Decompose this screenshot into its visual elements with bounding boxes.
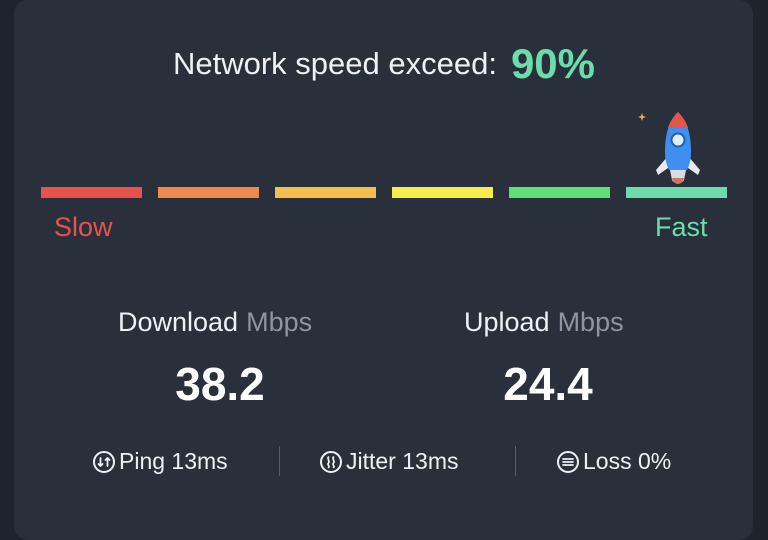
upload-title: Upload xyxy=(464,307,550,337)
upload-label: Upload Mbps xyxy=(464,307,624,338)
ping-text: Ping 13ms xyxy=(119,448,228,474)
download-unit: Mbps xyxy=(246,307,313,337)
speed-percentile-value: 90% xyxy=(510,40,596,87)
jitter-text: Jitter 13ms xyxy=(346,448,459,474)
jitter-metric: Jitter 13ms xyxy=(319,448,458,475)
network-speed-headline: Network speed exceed: 90% xyxy=(0,40,768,88)
ping-metric: Ping 13ms xyxy=(92,448,228,475)
download-value: 38.2 xyxy=(175,358,265,410)
sparkle-icon xyxy=(638,113,646,121)
speed-segment-2 xyxy=(158,187,259,198)
headline-label: Network speed exceed: xyxy=(172,46,497,81)
speed-segment-3 xyxy=(275,187,376,198)
ping-icon xyxy=(93,450,115,473)
slow-label: Slow xyxy=(54,212,113,242)
fast-label: Fast xyxy=(655,212,708,242)
speed-segment-1 xyxy=(41,187,142,198)
download-label: Download Mbps xyxy=(118,307,312,338)
metric-divider-2 xyxy=(515,446,516,476)
loss-metric: Loss 0% xyxy=(556,448,671,475)
download-title: Download xyxy=(118,307,239,337)
loss-text: Loss 0% xyxy=(583,448,672,474)
jitter-icon xyxy=(320,450,342,473)
rocket-icon xyxy=(656,112,700,184)
upload-unit: Mbps xyxy=(557,307,624,337)
loss-icon xyxy=(557,450,579,473)
speed-segment-4 xyxy=(392,187,493,198)
speed-segment-5 xyxy=(509,187,610,198)
metric-divider-1 xyxy=(279,446,280,476)
upload-value: 24.4 xyxy=(503,358,593,410)
